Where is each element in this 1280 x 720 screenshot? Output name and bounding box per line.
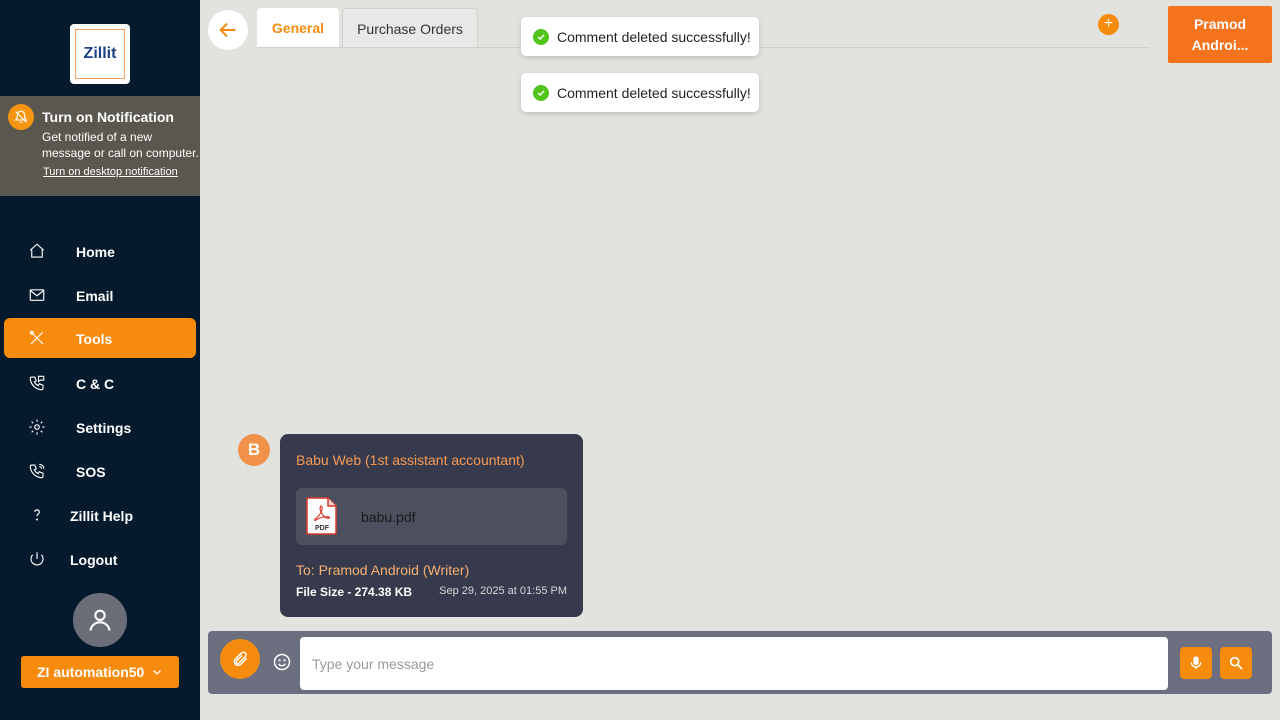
message-bubble[interactable]: Babu Web (1st assistant accountant) PDF … <box>280 434 583 617</box>
gear-icon <box>29 419 45 435</box>
user-avatar[interactable] <box>73 593 127 647</box>
sidebar-item-tools[interactable]: Tools <box>4 318 196 358</box>
sidebar-item-sos[interactable]: SOS <box>4 451 196 491</box>
attachment-filename: babu.pdf <box>361 509 416 525</box>
zillit-logo[interactable]: Zillit <box>70 24 130 84</box>
sidebar-item-label: Email <box>76 288 114 304</box>
sender-avatar: B <box>238 434 270 466</box>
tools-icon <box>29 330 44 345</box>
message-recipient: To: Pramod Android (Writer) <box>296 562 470 578</box>
sidebar-item-label: C & C <box>76 376 115 392</box>
user-menu-button[interactable]: ZI automation50 <box>21 656 179 688</box>
sidebar-item-label: SOS <box>76 464 106 480</box>
toast-notification: Comment deleted successfully! <box>521 73 759 112</box>
sidebar-item-label: Logout <box>70 552 118 568</box>
profile-button[interactable]: Pramod Androi... <box>1168 6 1272 63</box>
sidebar-item-help[interactable]: Zillit Help <box>4 495 196 535</box>
pdf-type-label: PDF <box>315 525 330 532</box>
logo-text: Zillit <box>75 29 125 79</box>
notification-title: Turn on Notification <box>42 109 174 125</box>
back-button[interactable] <box>208 10 248 50</box>
toast-notification: Comment deleted successfully! <box>521 17 759 56</box>
attach-button[interactable] <box>220 639 260 679</box>
toast-message: Comment deleted successfully! <box>557 28 751 45</box>
profile-name-line2: Androi... <box>1191 36 1249 53</box>
message-composer <box>208 631 1272 694</box>
bell-off-icon <box>8 104 34 130</box>
pdf-attachment[interactable]: PDF babu.pdf <box>296 488 567 545</box>
sidebar-item-label: Zillit Help <box>70 508 133 524</box>
phone-chat-icon <box>29 375 45 391</box>
enable-notification-link[interactable]: Turn on desktop notification <box>43 166 178 178</box>
user-name: ZI automation50 <box>37 664 145 680</box>
pdf-file-icon: PDF <box>306 497 337 535</box>
search-icon <box>1229 656 1243 670</box>
sidebar-item-logout[interactable]: Logout <box>4 539 196 579</box>
check-circle-icon <box>533 28 549 45</box>
message-input[interactable] <box>300 637 1168 690</box>
microphone-icon <box>1190 656 1202 669</box>
sidebar-item-cc[interactable]: C & C <box>4 363 196 403</box>
profile-name-line1: Pramod <box>1193 15 1247 32</box>
sidebar-item-label: Settings <box>76 420 132 436</box>
notification-text: Get notified of a new message or call on… <box>42 130 199 160</box>
tab-general[interactable]: General <box>257 8 339 48</box>
sender-name: Babu Web (1st assistant accountant) <box>296 452 525 468</box>
message-timestamp: Sep 29, 2025 at 01:55 PM <box>439 585 567 597</box>
emoji-icon[interactable] <box>272 652 292 672</box>
sos-phone-icon <box>29 463 45 479</box>
check-circle-icon <box>533 84 549 101</box>
user-icon <box>89 609 111 631</box>
tab-purchase-orders[interactable]: Purchase Orders <box>342 8 478 48</box>
sidebar: Zillit Turn on Notification Get notified… <box>0 0 200 720</box>
add-button[interactable]: + <box>1098 14 1119 35</box>
notification-banner: Turn on Notification Get notified of a n… <box>0 96 200 196</box>
plus-icon: + <box>1103 15 1114 32</box>
arrow-left-icon <box>219 22 236 38</box>
sidebar-item-settings[interactable]: Settings <box>4 407 196 447</box>
sidebar-item-label: Home <box>76 244 115 260</box>
chevron-down-icon <box>153 670 161 675</box>
file-size: File Size - 274.38 KB <box>296 585 413 599</box>
sidebar-item-label: Tools <box>76 331 113 347</box>
sidebar-item-home[interactable]: Home <box>4 231 196 271</box>
question-icon <box>34 509 40 521</box>
power-icon <box>30 552 44 566</box>
mail-icon <box>29 289 45 301</box>
toast-message: Comment deleted successfully! <box>557 84 751 101</box>
voice-button[interactable] <box>1180 647 1212 679</box>
paperclip-icon <box>233 651 248 667</box>
sidebar-item-email[interactable]: Email <box>4 275 196 315</box>
home-icon <box>29 243 45 258</box>
search-button[interactable] <box>1220 647 1252 679</box>
